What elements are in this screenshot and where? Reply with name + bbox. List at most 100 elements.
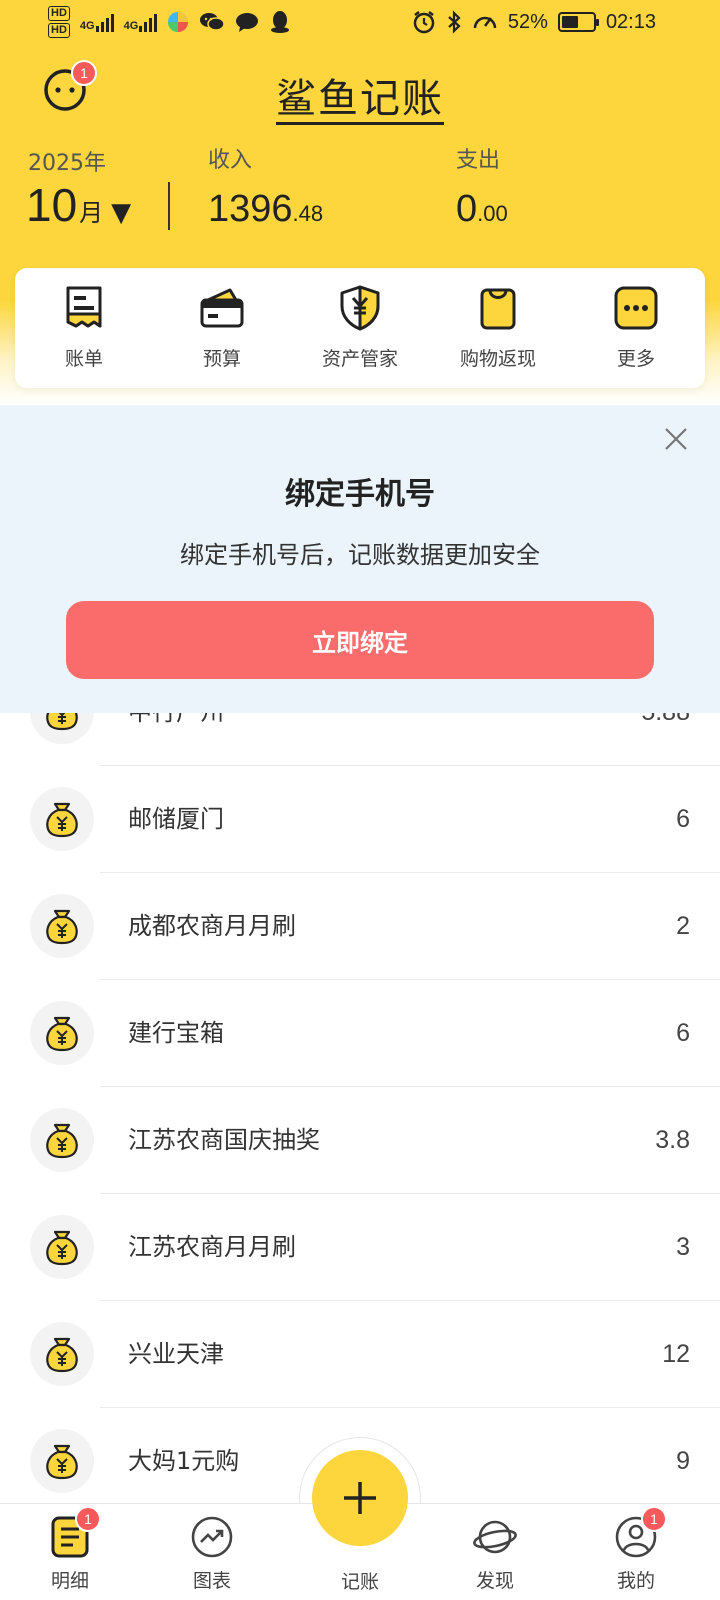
- record-name: 江苏农商国庆抽奖: [128, 1126, 320, 1154]
- money-bag-icon: [46, 713, 78, 731]
- expense-summary: 支出 0.00: [456, 142, 508, 231]
- income-value: 1396.48: [208, 188, 324, 230]
- quick-menu: 账单 预算 资产管家 购物返现 更多: [15, 268, 705, 388]
- notification-badge: 1: [641, 1506, 667, 1532]
- bind-phone-banner: 绑定手机号 绑定手机号后，记账数据更加安全 立即绑定: [0, 405, 720, 713]
- quick-menu-label: 购物返现: [459, 348, 536, 370]
- money-bag-icon: [46, 1123, 78, 1159]
- record-row[interactable]: 中行广州 5.88: [0, 713, 720, 766]
- record-row[interactable]: 成都农商月月刷 2: [0, 873, 720, 980]
- record-amount: 12: [662, 1340, 690, 1368]
- record-row[interactable]: 建行宝箱 6: [0, 980, 720, 1087]
- banner-title: 绑定手机号: [285, 477, 435, 512]
- record-amount: 6: [676, 805, 690, 833]
- record-name: 邮储厦门: [128, 805, 224, 833]
- nav-label: 记账: [340, 1571, 379, 1593]
- money-bag-icon: [46, 1337, 78, 1373]
- nav-charts[interactable]: 图表: [152, 1504, 272, 1600]
- record-icon-wrap: [30, 1108, 94, 1172]
- record-amount: 5.88: [641, 713, 690, 766]
- expense-label: 支出: [456, 148, 501, 173]
- notification-badge: 1: [75, 1506, 101, 1532]
- money-bag-icon: [46, 1230, 78, 1266]
- status-bar: HD HD 4G 4G 52% 02:13: [0, 0, 720, 48]
- caret-down-icon: ▼: [111, 198, 132, 228]
- record-list[interactable]: 中行广州 5.88 邮储厦门 6 成都农商月月刷 2: [0, 713, 720, 1503]
- record-name: 成都农商月月刷: [128, 912, 296, 940]
- month-suffix: 月: [79, 199, 104, 227]
- record-name: 兴业天津: [128, 1340, 224, 1368]
- record-amount: 3.8: [655, 1126, 690, 1154]
- message-icon: [236, 13, 259, 32]
- nav-label: 发现: [475, 1570, 514, 1592]
- record-name: 大妈1元购: [128, 1447, 240, 1475]
- wechat-icon: [200, 13, 226, 31]
- record-name: 江苏农商月月刷: [128, 1233, 296, 1261]
- speed-icon: [473, 16, 497, 29]
- record-icon-wrap: [30, 713, 94, 744]
- record-amount: 3: [676, 1233, 690, 1261]
- nav-label: 我的: [616, 1570, 655, 1592]
- expense-value: 0.00: [456, 188, 508, 230]
- money-bag-icon: [46, 1016, 78, 1052]
- battery-icon: [557, 12, 599, 32]
- nav-label: 图表: [192, 1570, 231, 1592]
- close-icon[interactable]: [662, 425, 690, 453]
- nav-discover[interactable]: 发现: [435, 1504, 555, 1600]
- record-amount: 6: [676, 1019, 690, 1047]
- bill-icon: [66, 286, 102, 328]
- quick-menu-cashback[interactable]: 购物返现: [429, 268, 567, 388]
- network-type: 4G: [123, 20, 139, 32]
- banner-description: 绑定手机号后，记账数据更加安全: [180, 541, 540, 569]
- record-name: 中行广州: [128, 713, 224, 766]
- qq-icon: [271, 11, 290, 33]
- wallet-icon: [200, 288, 244, 328]
- quick-menu-budget[interactable]: 预算: [153, 268, 291, 388]
- income-label: 收入: [208, 148, 253, 173]
- record-row[interactable]: 邮储厦门 6: [0, 766, 720, 873]
- trend-chart-icon: [191, 1516, 233, 1558]
- record-row[interactable]: 江苏农商国庆抽奖 3.8: [0, 1087, 720, 1194]
- record-icon-wrap: [30, 894, 94, 958]
- bind-now-button[interactable]: 立即绑定: [66, 601, 654, 679]
- planet-icon: [473, 1520, 517, 1554]
- clock: 02:13: [605, 10, 656, 33]
- signal-bars-icon: [139, 12, 158, 32]
- signal-bars-icon: [95, 12, 114, 32]
- quick-menu-label: 账单: [64, 348, 103, 370]
- money-bag-icon: [46, 1444, 78, 1480]
- plus-icon: [344, 1482, 376, 1514]
- divider: [168, 182, 170, 230]
- record-icon-wrap: [30, 1322, 94, 1386]
- record-amount: 2: [676, 912, 690, 940]
- month-number: 10: [26, 179, 78, 231]
- record-row[interactable]: 江苏农商月月刷 3: [0, 1194, 720, 1301]
- alarm-icon: [413, 11, 435, 34]
- income-summary: 收入 1396.48: [208, 142, 323, 231]
- network-type: 4G: [79, 20, 95, 32]
- quick-menu-assets[interactable]: 资产管家: [291, 268, 429, 388]
- app-notification-icon: [168, 12, 189, 32]
- record-amount: 9: [676, 1447, 690, 1475]
- hd-indicator: HD: [48, 23, 70, 38]
- battery-percent: 52%: [507, 10, 548, 33]
- record-icon-wrap: [30, 787, 94, 851]
- hd-indicator: HD: [48, 6, 70, 21]
- quick-menu-label: 预算: [202, 348, 241, 370]
- signal-indicator: 4G: [124, 12, 158, 32]
- quick-menu-bill[interactable]: 账单: [15, 268, 153, 388]
- record-icon-wrap: [30, 1429, 94, 1493]
- signal-indicator: 4G: [80, 12, 114, 32]
- shield-yen-icon: [340, 285, 380, 331]
- month-picker[interactable]: 10 月 ▼: [26, 178, 131, 232]
- nav-mine[interactable]: 1 我的: [576, 1504, 696, 1600]
- add-record-button[interactable]: [312, 1450, 408, 1546]
- record-name: 建行宝箱: [128, 1019, 224, 1047]
- bluetooth-icon: [448, 10, 461, 34]
- quick-menu-label: 更多: [616, 348, 655, 370]
- record-icon-wrap: [30, 1001, 94, 1065]
- record-row[interactable]: 兴业天津 12: [0, 1301, 720, 1408]
- nav-detail[interactable]: 1 明细: [10, 1504, 130, 1600]
- quick-menu-more[interactable]: 更多: [567, 268, 705, 388]
- record-icon-wrap: [30, 1215, 94, 1279]
